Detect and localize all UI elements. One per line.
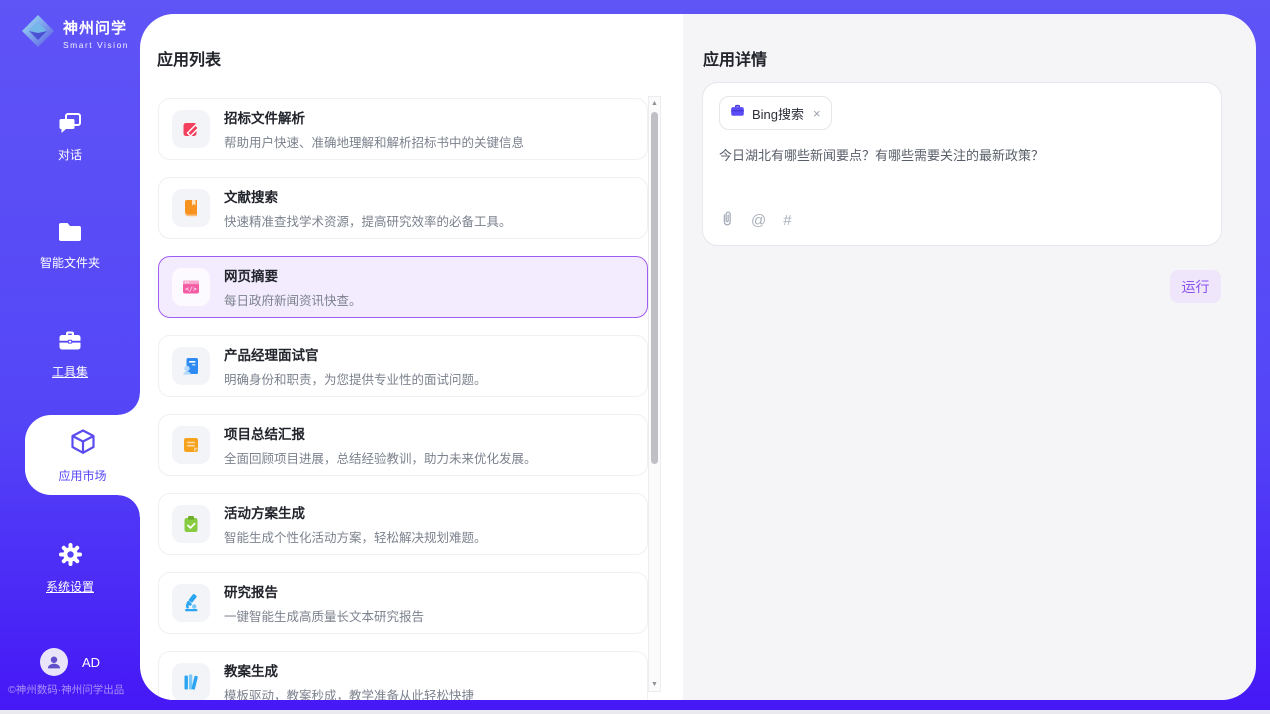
sidebar-item-settings[interactable]: 系统设置 (0, 541, 140, 595)
sidebar-item-chat[interactable]: 对话 (0, 110, 140, 163)
app-name: 文献搜索 (224, 186, 512, 206)
sidebar-item-label: 应用市场 (25, 467, 140, 484)
svg-text:</>: </> (185, 285, 197, 293)
webpage-code-icon: </> (172, 268, 210, 306)
book-icon (172, 189, 210, 227)
app-name: 活动方案生成 (224, 502, 487, 522)
app-list-scrollbar[interactable]: ▲ ▼ (648, 96, 661, 692)
app-card-web-summary[interactable]: </> 网页摘要 每日政府新闻资讯快查。 (158, 256, 648, 318)
app-desc: 模板驱动，教案秒成，教学准备从此轻松快捷 (224, 685, 474, 700)
app-desc: 一键智能生成高质量长文本研究报告 (224, 606, 424, 625)
prompt-input[interactable]: 今日湖北有哪些新闻要点？有哪些需要关注的最新政策？ (719, 146, 1205, 166)
scroll-up-icon[interactable]: ▲ (649, 100, 660, 107)
sidebar-item-smart-folder[interactable]: 智能文件夹 (0, 220, 140, 271)
app-name: 项目总结汇报 (224, 423, 537, 443)
app-name: 教案生成 (224, 660, 474, 680)
sidebar-item-toolset[interactable]: 工具集 (0, 328, 140, 380)
sidebar-item-app-market[interactable]: 应用市场 (25, 415, 140, 495)
app-desc: 明确身份和职责，为您提供专业性的面试问题。 (224, 369, 487, 388)
folder-icon (57, 231, 83, 248)
app-list-panel: 应用列表 招标文件解析 帮助用户快速、准确地理解和解析招标书中的关键信息 (140, 14, 683, 700)
sidebar-item-label: 工具集 (0, 363, 140, 380)
prompt-card: Bing搜索 × 今日湖北有哪些新闻要点？有哪些需要关注的最新政策？ @ # (702, 82, 1222, 246)
app-card-tender-analysis[interactable]: 招标文件解析 帮助用户快速、准确地理解和解析招标书中的关键信息 (158, 98, 648, 160)
app-card-event-plan[interactable]: 活动方案生成 智能生成个性化活动方案，轻松解决规划难题。 (158, 493, 648, 555)
app-name: 网页摘要 (224, 265, 362, 285)
logo-title: 神州问学 (63, 17, 129, 38)
scroll-down-icon[interactable]: ▼ (649, 681, 660, 688)
sidebar-item-label: 系统设置 (0, 578, 140, 595)
hash-icon[interactable]: # (783, 213, 791, 228)
diamond-logo-icon (20, 13, 56, 54)
toolbox-icon (57, 340, 83, 357)
app-card-project-summary[interactable]: 项目总结汇报 全面回顾项目进展，总结经验教训，助力未来优化发展。 (158, 414, 648, 476)
tool-chip-bing-search[interactable]: Bing搜索 × (719, 96, 832, 130)
prompt-toolbar: @ # (720, 209, 792, 232)
chat-icon (57, 123, 84, 140)
app-desc: 智能生成个性化活动方案，轻松解决规划难题。 (224, 527, 487, 546)
app-desc: 快速精准查找学术资源，提高研究效率的必备工具。 (224, 211, 512, 230)
memo-icon (172, 426, 210, 464)
app-card-lesson-plan[interactable]: 教案生成 模板驱动，教案秒成，教学准备从此轻松快捷 (158, 651, 648, 700)
app-detail-title: 应用详情 (703, 46, 767, 70)
close-icon[interactable]: × (813, 106, 821, 121)
app-name: 产品经理面试官 (224, 344, 487, 364)
app-card-research-report[interactable]: 研究报告 一键智能生成高质量长文本研究报告 (158, 572, 648, 634)
attachment-icon[interactable] (720, 209, 734, 232)
interview-board-icon (172, 347, 210, 385)
app-desc: 帮助用户快速、准确地理解和解析招标书中的关键信息 (224, 132, 524, 151)
user-name: AD (82, 655, 100, 670)
tool-chip-label: Bing搜索 (752, 104, 804, 123)
app-window: 神州问学 Smart Vision 对话 智能文件夹 (0, 0, 1270, 714)
app-list-title: 应用列表 (157, 46, 221, 70)
run-button[interactable]: 运行 (1170, 270, 1221, 303)
copyright-footer: ©神州数码·神州问学出品 (8, 682, 124, 697)
sidebar-item-label: 对话 (0, 146, 140, 163)
app-desc: 每日政府新闻资讯快查。 (224, 290, 362, 309)
app-desc: 全面回顾项目进展，总结经验教训，助力未来优化发展。 (224, 448, 537, 467)
cube-icon (68, 444, 98, 461)
avatar (40, 648, 68, 676)
logo-subtitle: Smart Vision (63, 40, 129, 50)
app-card-pm-interviewer[interactable]: 产品经理面试官 明确身份和职责，为您提供专业性的面试问题。 (158, 335, 648, 397)
app-name: 研究报告 (224, 581, 424, 601)
sidebar: 神州问学 Smart Vision 对话 智能文件夹 (0, 0, 140, 714)
books-icon (172, 663, 210, 700)
app-logo: 神州问学 Smart Vision (20, 13, 129, 54)
gear-icon (57, 555, 84, 572)
briefcase-icon (730, 103, 745, 123)
scrollbar-thumb[interactable] (651, 112, 658, 464)
app-name: 招标文件解析 (224, 107, 524, 127)
bottom-divider (0, 710, 1270, 714)
user-account[interactable]: AD (40, 648, 100, 676)
sidebar-item-label: 智能文件夹 (0, 254, 140, 271)
app-card-literature-search[interactable]: 文献搜索 快速精准查找学术资源，提高研究效率的必备工具。 (158, 177, 648, 239)
app-list: 招标文件解析 帮助用户快速、准确地理解和解析招标书中的关键信息 文献搜索 (158, 98, 648, 700)
microscope-icon (172, 584, 210, 622)
app-detail-panel: 应用详情 Bing搜索 × 今日湖北有哪些新闻要点？有哪些需要关注的最新政策？ (683, 14, 1256, 700)
main-content: 应用列表 招标文件解析 帮助用户快速、准确地理解和解析招标书中的关键信息 (140, 14, 1256, 700)
edit-document-icon (172, 110, 210, 148)
clipboard-check-icon (172, 505, 210, 543)
mention-icon[interactable]: @ (751, 213, 766, 228)
